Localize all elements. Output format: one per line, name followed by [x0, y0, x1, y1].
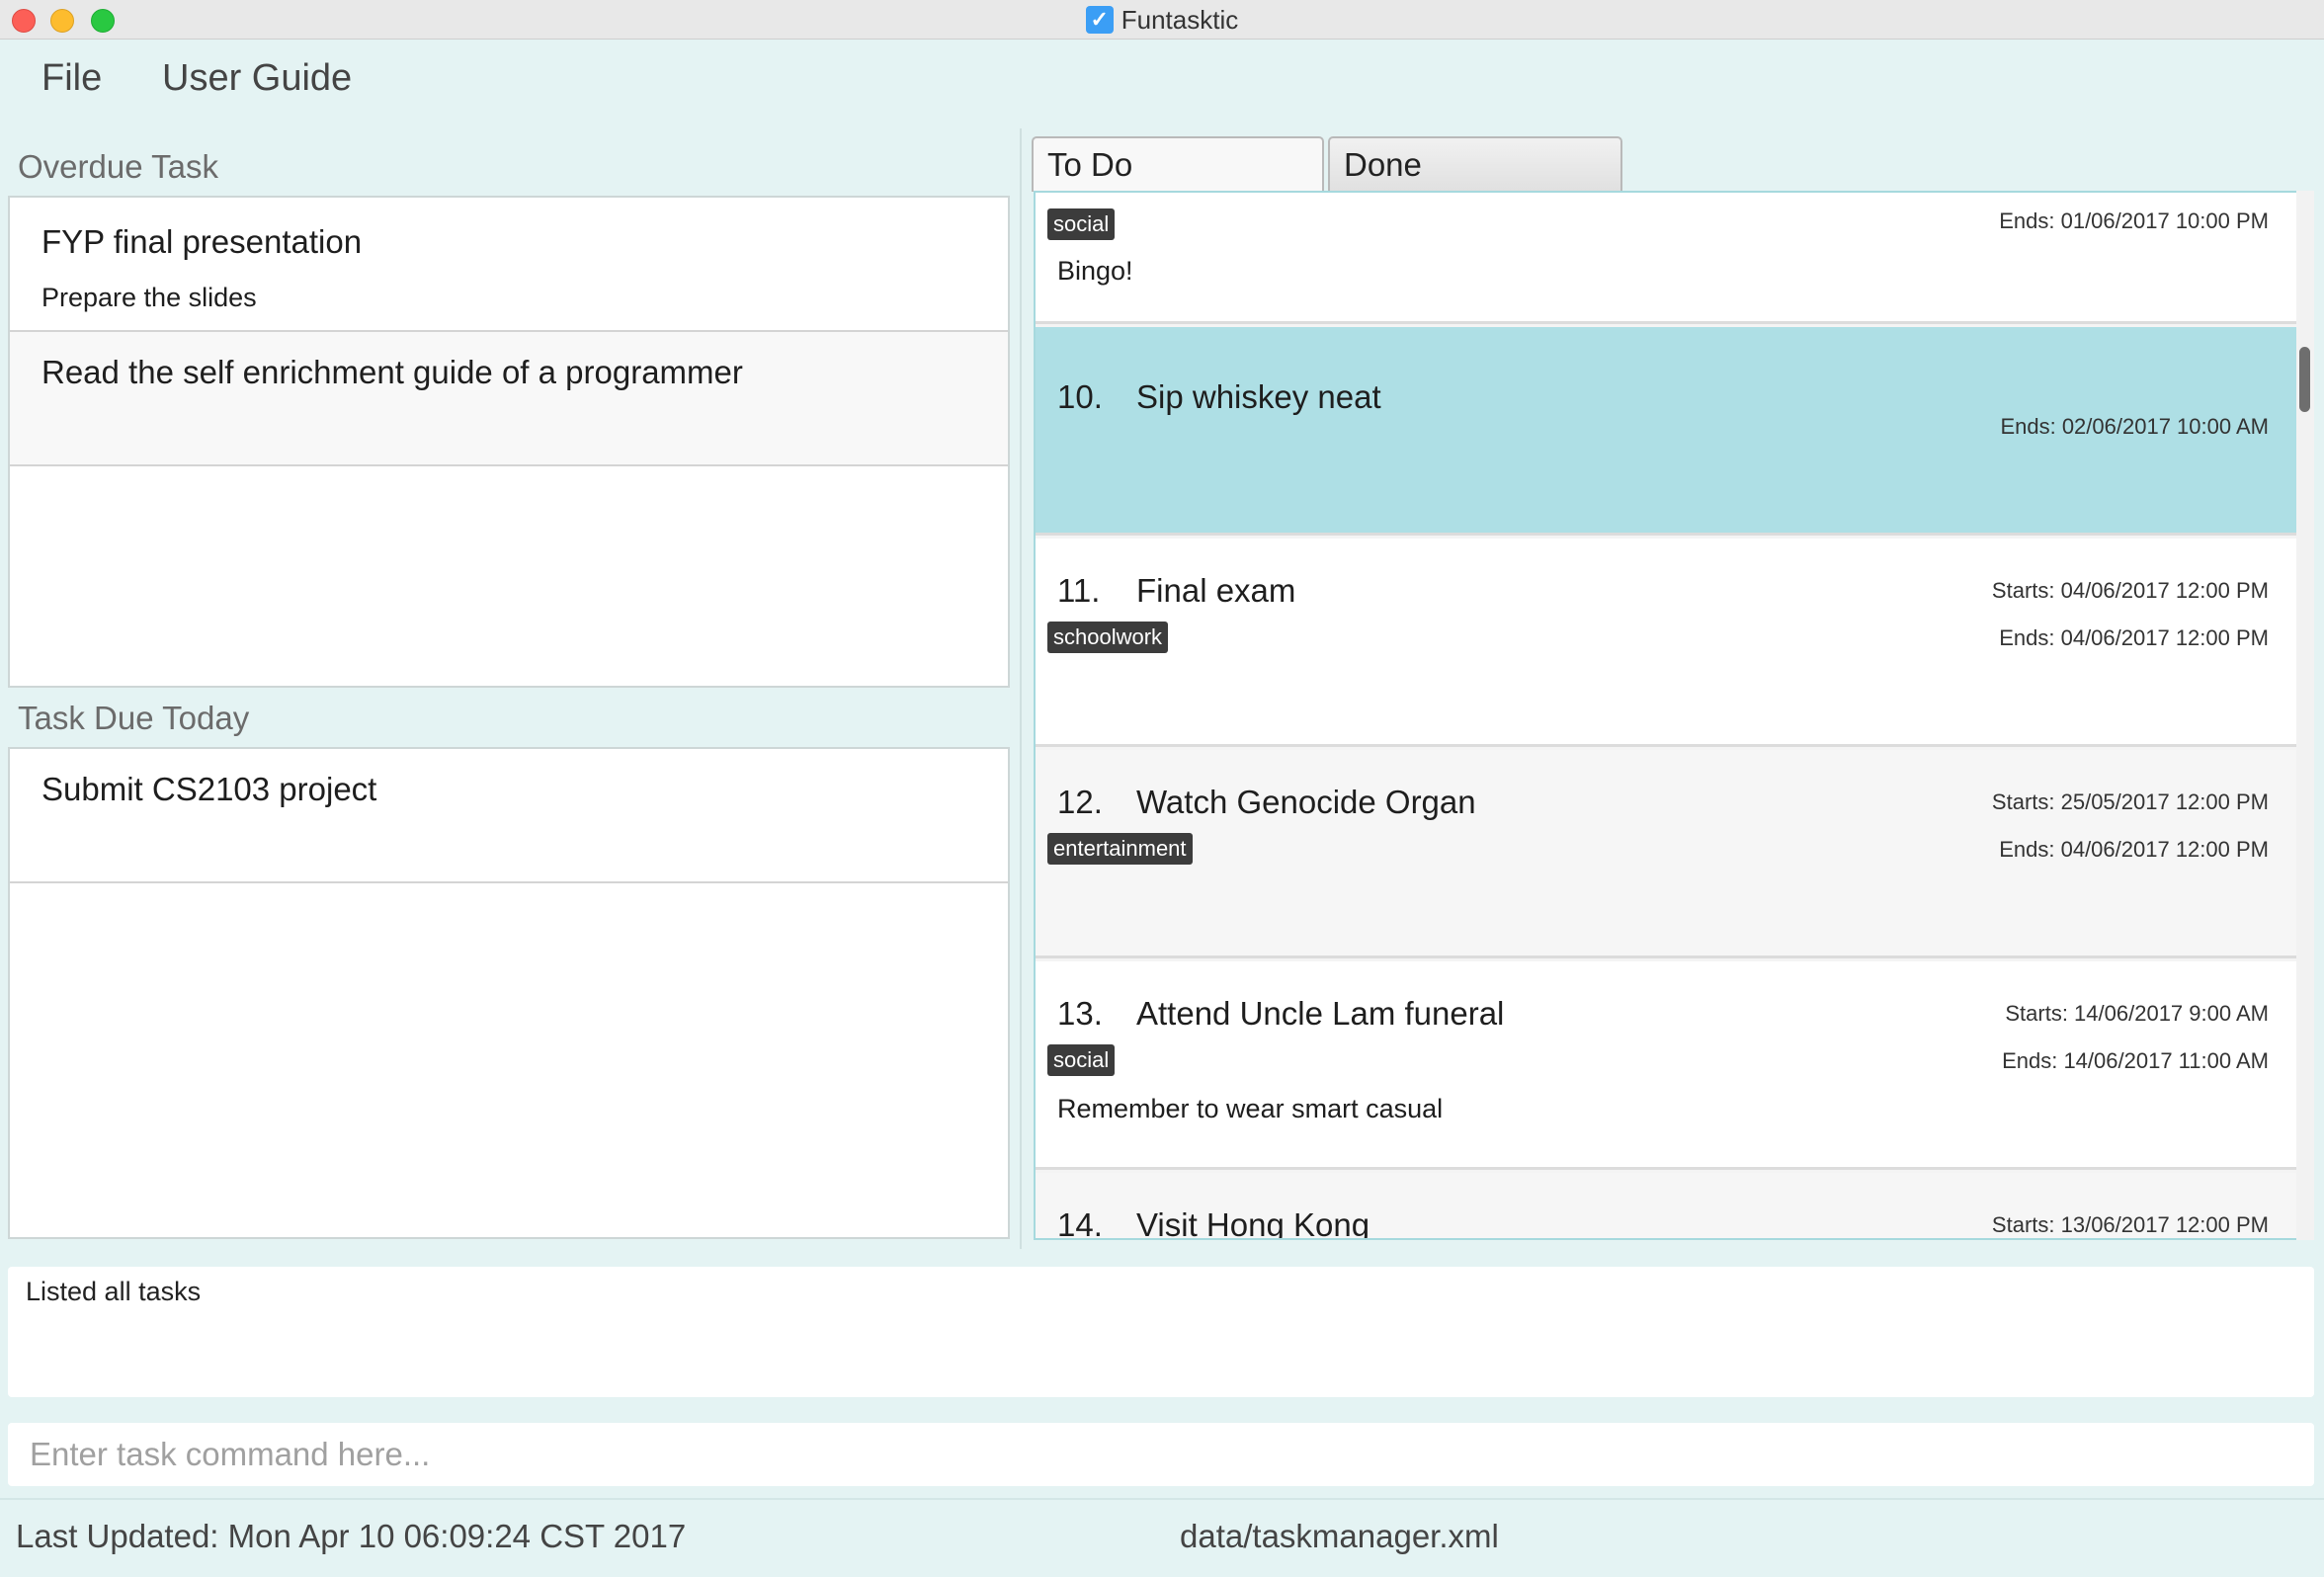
task-end-time: Ends: 04/06/2017 12:00 PM: [1999, 837, 2269, 862]
tag-badge: social: [1047, 1044, 1116, 1076]
task-card[interactable]: 11. Final exam schoolwork Starts: 04/06/…: [1036, 539, 2298, 747]
menu-user-guide[interactable]: User Guide: [162, 57, 352, 100]
task-name: Visit Hong Kong: [1136, 1206, 1370, 1240]
task-name: Sip whiskey neat: [1136, 378, 1381, 415]
task-index: 13.: [1057, 995, 1103, 1032]
status-bar-separator: [0, 1498, 2324, 1500]
overdue-task-list[interactable]: FYP final presentation Prepare the slide…: [8, 196, 1010, 688]
task-start-time: Starts: 14/06/2017 9:00 AM: [2005, 1001, 2269, 1026]
task-index: 10.: [1057, 378, 1103, 415]
task-end-time: Ends: 04/06/2017 12:00 PM: [1999, 625, 2269, 650]
todo-task-list[interactable]: social Bingo! Ends: 01/06/2017 10:00 PM …: [1034, 191, 2314, 1240]
scrollbar-thumb[interactable]: [2299, 347, 2310, 412]
tag-badge: entertainment: [1047, 833, 1193, 865]
tag-badge: schoolwork: [1047, 622, 1169, 653]
tab-to-do[interactable]: To Do: [1032, 136, 1324, 192]
due-today-task-list[interactable]: Submit CS2103 project: [8, 747, 1010, 1239]
result-display: Listed all tasks: [8, 1267, 2314, 1397]
task-card[interactable]: 14. Visit Hong Kong Starts: 13/06/2017 1…: [1036, 1173, 2298, 1240]
task-list-scrollbar[interactable]: [2296, 191, 2314, 1240]
title-bar: ✓ Funtasktic: [0, 0, 2324, 40]
task-description: Prepare the slides: [42, 283, 257, 312]
task-card[interactable]: social Bingo! Ends: 01/06/2017 10:00 PM: [1036, 193, 2298, 324]
task-end-time: Ends: 14/06/2017 11:00 AM: [2002, 1048, 2269, 1073]
task-card-selected[interactable]: 10. Sip whiskey neat Ends: 02/06/2017 10…: [1036, 327, 2298, 536]
task-description: Bingo!: [1057, 256, 1133, 286]
last-updated-status: Last Updated: Mon Apr 10 06:09:24 CST 20…: [16, 1518, 687, 1554]
task-due-today-label: Task Due Today: [18, 700, 250, 736]
task-start-time: Starts: 04/06/2017 12:00 PM: [1991, 578, 2269, 603]
task-description: Remember to wear smart casual: [1057, 1094, 1444, 1123]
task-end-time: Ends: 01/06/2017 10:00 PM: [1999, 208, 2269, 233]
overdue-task-label: Overdue Task: [18, 148, 218, 185]
task-index: 12.: [1057, 784, 1103, 820]
result-message: Listed all tasks: [26, 1277, 202, 1306]
task-index: 11.: [1057, 572, 1101, 609]
menu-file[interactable]: File: [42, 57, 102, 100]
task-end-time: Ends: 02/06/2017 10:00 AM: [2000, 414, 2269, 439]
task-start-time: Starts: 13/06/2017 12:00 PM: [1991, 1212, 2269, 1237]
due-today-task-card[interactable]: Submit CS2103 project: [10, 749, 1008, 883]
window-title: Funtasktic: [1120, 4, 1239, 35]
task-name: Attend Uncle Lam funeral: [1136, 995, 1505, 1032]
save-file-path: data/taskmanager.xml: [1180, 1518, 1499, 1554]
task-name: Final exam: [1136, 572, 1296, 609]
task-card[interactable]: 12. Watch Genocide Organ entertainment S…: [1036, 750, 2298, 958]
task-name: Submit CS2103 project: [42, 771, 377, 807]
overdue-task-card[interactable]: Read the self enrichment guide of a prog…: [10, 332, 1008, 466]
task-name: Read the self enrichment guide of a prog…: [42, 354, 743, 390]
checkbox-icon: ✓: [1085, 6, 1114, 34]
tag-badge: social: [1047, 208, 1116, 240]
task-card[interactable]: 13. Attend Uncle Lam funeral social Reme…: [1036, 961, 2298, 1170]
split-divider[interactable]: [1020, 128, 1022, 1249]
task-name: Watch Genocide Organ: [1136, 784, 1476, 820]
tab-done[interactable]: Done: [1328, 136, 1622, 192]
command-input[interactable]: [8, 1423, 2314, 1486]
task-index: 14.: [1057, 1206, 1103, 1240]
task-name: FYP final presentation: [42, 223, 363, 260]
task-start-time: Starts: 25/05/2017 12:00 PM: [1991, 789, 2269, 814]
overdue-task-card[interactable]: FYP final presentation Prepare the slide…: [10, 198, 1008, 332]
